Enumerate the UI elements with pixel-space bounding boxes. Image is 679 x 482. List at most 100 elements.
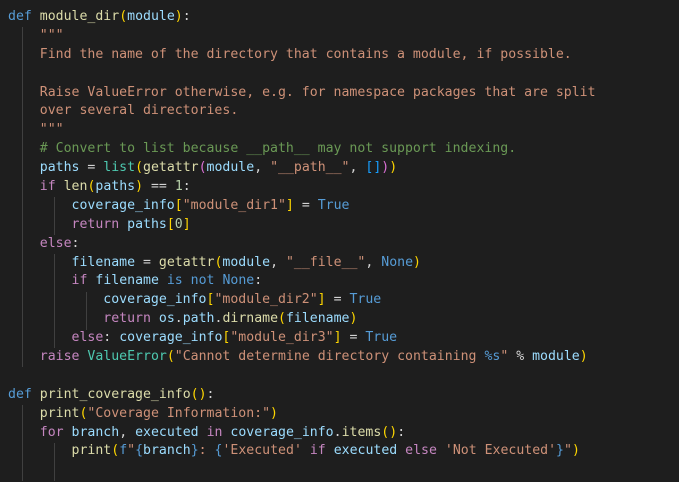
code-token: else xyxy=(405,443,437,459)
code-token: """ xyxy=(39,27,64,43)
code-token: else xyxy=(39,235,72,251)
code-token: is not xyxy=(166,273,215,289)
code-token: ( xyxy=(166,349,175,365)
code-line[interactable]: coverage_info["module_dir1"] = True xyxy=(8,197,596,216)
code-token: : xyxy=(198,443,215,459)
code-line[interactable]: paths = list(getattr(module, "__path__",… xyxy=(8,159,596,178)
code-line[interactable]: else: xyxy=(8,235,596,254)
code-line[interactable]: print(f"{branch}: {'Executed' if execute… xyxy=(8,442,596,461)
code-token: coverage_info xyxy=(71,197,175,213)
code-line[interactable]: Find the name of the directory that cont… xyxy=(8,46,596,65)
code-token: : xyxy=(182,179,191,195)
code-token: paths xyxy=(127,216,167,232)
code-token: : xyxy=(397,424,406,440)
code-token: print xyxy=(71,443,112,459)
code-line[interactable]: Raise ValueError otherwise, e.g. for nam… xyxy=(8,84,596,103)
code-token: } xyxy=(190,443,199,459)
code-line[interactable]: def module_dir(module): xyxy=(8,8,596,27)
code-line[interactable]: over several directories. xyxy=(8,102,596,121)
code-line[interactable]: filename = getattr(module, "__file__", N… xyxy=(8,254,596,273)
code-token: . xyxy=(333,424,342,440)
code-line[interactable]: return os.path.dirname(filename) xyxy=(8,310,596,329)
code-token: coverage_info xyxy=(230,424,334,440)
code-token: %s xyxy=(484,349,501,365)
code-token: "__path__" xyxy=(270,160,350,176)
code-line[interactable] xyxy=(8,65,596,84)
code-token: [] xyxy=(365,160,382,176)
code-token: print_coverage_info xyxy=(39,386,191,402)
code-token: return xyxy=(103,311,151,327)
code-line[interactable]: raise ValueError("Cannot determine direc… xyxy=(8,348,596,367)
code-token: ) xyxy=(174,9,183,24)
code-line[interactable]: return paths[0] xyxy=(8,216,596,235)
code-line[interactable]: """ xyxy=(8,27,596,46)
code-token: coverage_info xyxy=(103,292,207,308)
code-area[interactable]: def module_dir(module): """ Find the nam… xyxy=(8,8,596,461)
code-token: True xyxy=(317,197,350,213)
code-line[interactable] xyxy=(8,367,596,386)
code-line[interactable]: for branch, executed in coverage_info.it… xyxy=(8,424,596,443)
code-token: ) xyxy=(349,311,358,327)
code-line[interactable]: """ xyxy=(8,121,596,140)
code-token: "__file__" xyxy=(285,254,366,270)
code-token: ( xyxy=(135,160,144,176)
code-line[interactable]: if len(paths) == 1: xyxy=(8,178,596,197)
code-token: ] xyxy=(333,330,342,346)
code-token: , xyxy=(270,254,286,270)
code-token: ] xyxy=(317,292,326,308)
code-token: ValueError xyxy=(87,349,167,365)
code-token: % xyxy=(508,349,533,365)
code-line[interactable]: def print_coverage_info(): xyxy=(8,386,596,405)
code-token: print xyxy=(39,405,80,421)
code-line[interactable]: if filename is not None: xyxy=(8,272,596,291)
code-token: paths xyxy=(95,179,136,195)
code-token: len xyxy=(63,179,88,195)
code-line[interactable]: print("Coverage Information:") xyxy=(8,405,596,424)
code-token: # Convert to list because __path__ may n… xyxy=(39,141,517,157)
code-token: 'Not Executed' xyxy=(444,443,557,459)
code-token: ( xyxy=(119,9,128,24)
code-token: getattr xyxy=(143,160,199,176)
code-token: return xyxy=(71,216,120,232)
code-token: if xyxy=(39,179,56,195)
code-token: = xyxy=(79,160,104,176)
code-token: , xyxy=(119,424,136,440)
code-line[interactable]: # Convert to list because __path__ may n… xyxy=(8,140,596,159)
code-token: executed xyxy=(135,424,199,440)
code-token: executed xyxy=(333,443,398,459)
code-token: Raise ValueError otherwise, e.g. for nam… xyxy=(39,84,596,100)
code-token: ] xyxy=(285,197,294,213)
code-token: , xyxy=(365,254,382,270)
code-token: : xyxy=(103,330,120,346)
code-token: module_dir xyxy=(39,9,120,24)
code-token: list xyxy=(103,160,136,176)
code-token: module xyxy=(206,160,255,176)
code-token: module xyxy=(127,9,175,24)
code-line[interactable]: coverage_info["module_dir2"] = True xyxy=(8,291,596,310)
code-token: ( xyxy=(198,160,207,176)
code-token: = xyxy=(135,254,159,270)
code-line[interactable]: else: coverage_info["module_dir3"] = Tru… xyxy=(8,329,596,348)
code-token: branch xyxy=(71,424,120,440)
code-token: ) xyxy=(571,443,580,459)
code-token: getattr xyxy=(158,254,215,270)
code-token: Find the name of the directory that cont… xyxy=(39,46,572,62)
code-editor[interactable]: def module_dir(module): """ Find the nam… xyxy=(0,0,679,482)
code-token: branch xyxy=(143,443,191,459)
code-token: [ xyxy=(174,197,183,213)
